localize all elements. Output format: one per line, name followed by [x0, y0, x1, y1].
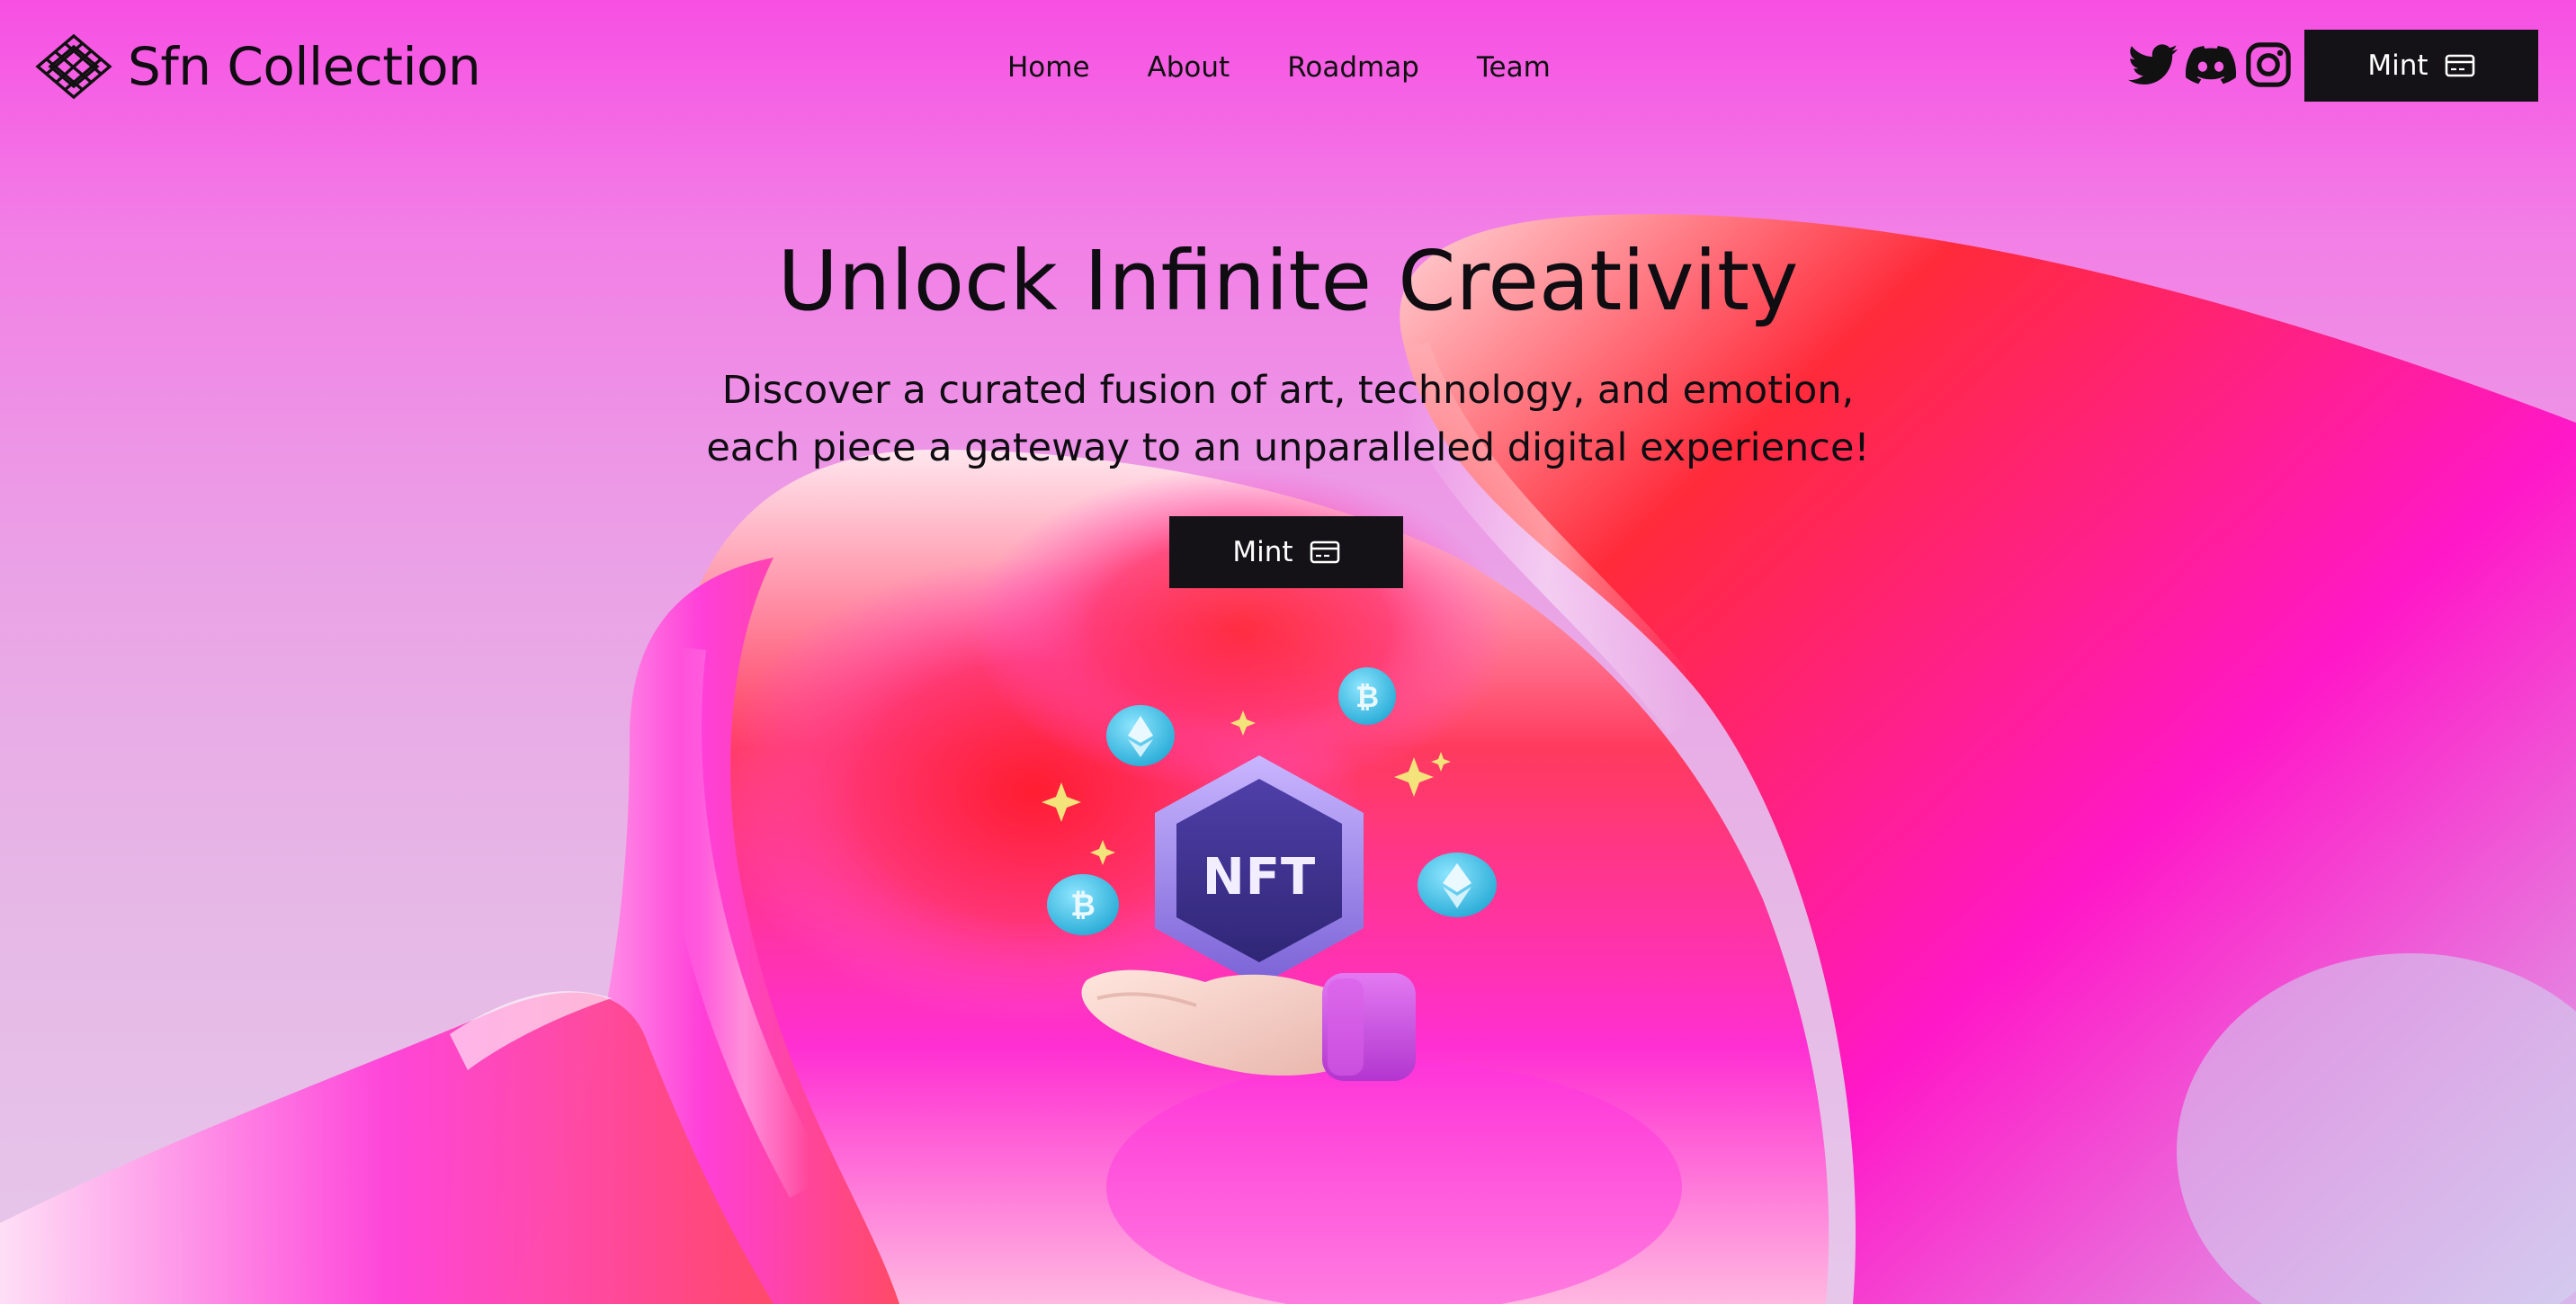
- hero-title: Unlock Infinite Creativity: [777, 233, 1799, 329]
- site-header: Sfn Collection Home About Roadmap Team M…: [0, 0, 2576, 135]
- main-nav: Home About Roadmap Team: [1007, 45, 1551, 90]
- twitter-icon[interactable]: [2128, 40, 2178, 90]
- hero-subtitle: Discover a curated fusion of art, techno…: [706, 368, 1870, 470]
- hero-mint-label: Mint: [1232, 536, 1293, 568]
- svg-text:₿: ₿: [1070, 888, 1096, 924]
- header-mint-label: Mint: [2367, 49, 2428, 82]
- credit-card-icon: [1310, 540, 1339, 564]
- nav-team-link[interactable]: Team: [1477, 45, 1551, 90]
- discord-icon[interactable]: [2186, 40, 2236, 90]
- landing-page: Sfn Collection Home About Roadmap Team M…: [0, 0, 2576, 1304]
- credit-card-icon: [2445, 54, 2474, 77]
- svg-text:₿: ₿: [1355, 680, 1379, 714]
- nft-badge-icon: NFT: [1155, 755, 1364, 986]
- header-mint-button[interactable]: Mint: [2304, 30, 2538, 102]
- nav-home-link[interactable]: Home: [1007, 45, 1090, 90]
- knot-logo-icon: [35, 33, 112, 100]
- instagram-icon[interactable]: [2243, 40, 2294, 90]
- nav-about-link[interactable]: About: [1148, 45, 1230, 90]
- hand-icon: [1081, 969, 1416, 1081]
- brand-name: Sfn Collection: [128, 36, 481, 97]
- nav-roadmap-link[interactable]: Roadmap: [1287, 45, 1419, 90]
- brand[interactable]: Sfn Collection: [34, 32, 481, 101]
- nft-hand-illustration: ₿ ₿ NFT: [1042, 667, 1497, 1081]
- hero-mint-button[interactable]: Mint: [1169, 516, 1403, 588]
- svg-text:NFT: NFT: [1203, 848, 1316, 907]
